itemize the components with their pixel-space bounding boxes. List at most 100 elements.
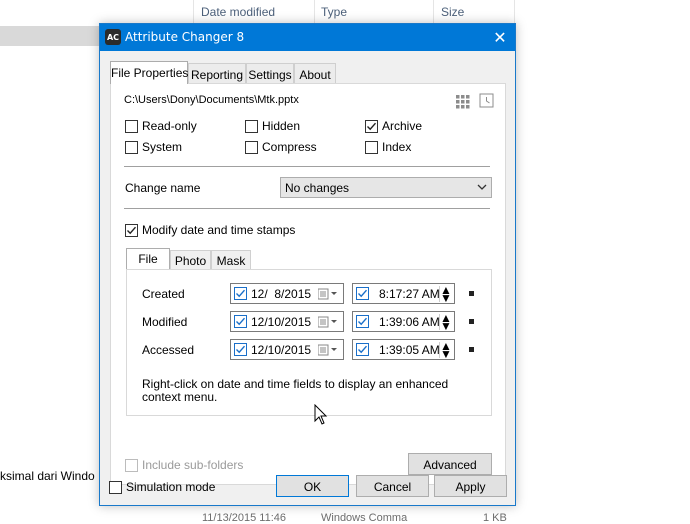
divider [124, 208, 490, 209]
grid-icon[interactable] [456, 95, 470, 109]
checkbox-label: Compress [262, 140, 317, 154]
title-bar[interactable]: AC Attribute Changer 8 ✕ [100, 24, 515, 51]
accessed-time-field[interactable]: 1:39:05 AM ▲ ▼ [352, 339, 455, 361]
checkbox-box[interactable] [125, 458, 138, 472]
column-type[interactable]: Type [321, 5, 347, 19]
file-path: C:\Users\Dony\Documents\Mtk.pptx [124, 94, 299, 106]
checkmark-icon [358, 289, 368, 298]
column-separator [433, 0, 434, 24]
spin-down-icon[interactable]: ▼ [440, 319, 452, 333]
tab-file[interactable]: File [126, 248, 170, 269]
explorer-file-name-partial[interactable]: ksimal dari Windo [0, 469, 95, 483]
change-name-value: No changes [285, 181, 350, 195]
checkmark-icon [358, 345, 368, 354]
date-checkbox[interactable] [234, 315, 247, 328]
checkbox-label: Simulation mode [126, 480, 216, 494]
checkbox-box[interactable] [245, 119, 258, 133]
tab-mask[interactable]: Mask [211, 250, 251, 269]
checkbox-box[interactable] [365, 140, 378, 154]
file-properties-panel: C:\Users\Dony\Documents\Mtk.pptx Read-on… [110, 83, 506, 485]
checkbox-system[interactable]: System [125, 140, 182, 154]
checkmark-icon [236, 289, 246, 298]
checkbox-box[interactable] [109, 480, 122, 494]
row-label-created: Created [142, 287, 185, 301]
created-time-field[interactable]: 8:17:27 AM ▲ ▼ [352, 283, 455, 305]
accessed-date-value: 12/10/2015 [251, 342, 312, 357]
tab-about[interactable]: About [294, 63, 336, 83]
row-label-accessed: Accessed [142, 343, 195, 357]
checkbox-modify-dates[interactable]: Modify date and time stamps [125, 223, 295, 237]
time-checkbox[interactable] [356, 287, 369, 300]
checkbox-index[interactable]: Index [365, 140, 411, 154]
checkbox-label: Modify date and time stamps [142, 223, 296, 237]
calendar-dropdown-icon[interactable] [318, 343, 340, 357]
column-separator [514, 0, 515, 24]
checkbox-box-checked[interactable] [125, 223, 138, 237]
created-date-value: 12/ 8/2015 [251, 286, 312, 301]
checkmark-icon [236, 317, 246, 326]
divider [124, 166, 490, 167]
checkbox-box[interactable] [125, 119, 138, 133]
modified-date-field[interactable]: 12/10/2015 [230, 311, 344, 332]
ok-button[interactable]: OK [276, 475, 349, 497]
created-date-field[interactable]: 12/ 8/2015 [230, 283, 344, 304]
checkmark-icon [127, 226, 137, 234]
reset-marker-icon[interactable] [469, 291, 474, 296]
explorer-row-type: Windows Comma [321, 512, 408, 524]
advanced-button[interactable]: Advanced [408, 453, 492, 475]
modified-time-field[interactable]: 1:39:06 AM ▲ ▼ [352, 311, 455, 333]
tab-file-properties[interactable]: File Properties [110, 61, 188, 84]
calendar-dropdown-icon[interactable] [318, 315, 340, 329]
chevron-down-icon [477, 184, 487, 190]
column-separator [193, 0, 194, 24]
date-checkbox[interactable] [234, 343, 247, 356]
time-spinner[interactable]: ▲ ▼ [439, 339, 452, 361]
checkbox-label: Index [382, 140, 412, 154]
checkbox-simulation-mode[interactable]: Simulation mode [109, 480, 215, 494]
checkbox-box-checked[interactable] [365, 119, 378, 133]
close-button[interactable]: ✕ [485, 24, 515, 51]
reset-marker-icon[interactable] [469, 347, 474, 352]
checkbox-hidden[interactable]: Hidden [245, 119, 300, 133]
checkbox-read-only[interactable]: Read-only [125, 119, 197, 133]
tab-settings[interactable]: Settings [246, 63, 294, 83]
date-checkbox[interactable] [234, 287, 247, 300]
created-time-value: 8:17:27 AM [379, 286, 440, 301]
window-title: Attribute Changer 8 [125, 30, 245, 44]
change-name-label: Change name [125, 181, 201, 195]
checkbox-box[interactable] [125, 140, 138, 154]
checkbox-compress[interactable]: Compress [245, 140, 317, 154]
checkbox-label: Hidden [262, 119, 301, 133]
spin-down-icon[interactable]: ▼ [440, 291, 452, 305]
checkbox-archive[interactable]: Archive [365, 119, 422, 133]
modified-time-value: 1:39:06 AM [379, 314, 440, 329]
time-spinner[interactable]: ▲ ▼ [439, 311, 452, 333]
reset-marker-icon[interactable] [469, 319, 474, 324]
checkbox-box[interactable] [245, 140, 258, 154]
explorer-selected-row[interactable] [0, 26, 104, 46]
change-name-select[interactable]: No changes [280, 177, 492, 198]
tab-photo[interactable]: Photo [170, 250, 211, 269]
apply-button[interactable]: Apply [434, 475, 507, 497]
calendar-dropdown-icon[interactable] [318, 287, 340, 301]
explorer-row-size: 1 KB [483, 512, 507, 524]
column-size[interactable]: Size [441, 5, 464, 19]
attribute-changer-dialog: AC Attribute Changer 8 ✕ File Properties… [99, 23, 516, 506]
tab-reporting[interactable]: Reporting [188, 63, 246, 83]
accessed-date-field[interactable]: 12/10/2015 [230, 339, 344, 360]
checkmark-icon [358, 317, 368, 326]
checkbox-include-subfolders[interactable]: Include sub-folders [125, 458, 243, 472]
mouse-cursor-icon [314, 404, 328, 425]
explorer-column-header: Date modified Type Size [0, 0, 690, 24]
row-label-modified: Modified [142, 315, 188, 329]
clock-icon[interactable] [479, 93, 495, 109]
column-separator [314, 0, 315, 24]
time-checkbox[interactable] [356, 315, 369, 328]
time-checkbox[interactable] [356, 343, 369, 356]
checkbox-label: System [142, 140, 183, 154]
spin-down-icon[interactable]: ▼ [440, 347, 452, 361]
cancel-button[interactable]: Cancel [356, 475, 429, 497]
accessed-time-value: 1:39:05 AM [379, 342, 440, 357]
column-date-modified[interactable]: Date modified [201, 5, 275, 19]
time-spinner[interactable]: ▲ ▼ [439, 283, 452, 305]
